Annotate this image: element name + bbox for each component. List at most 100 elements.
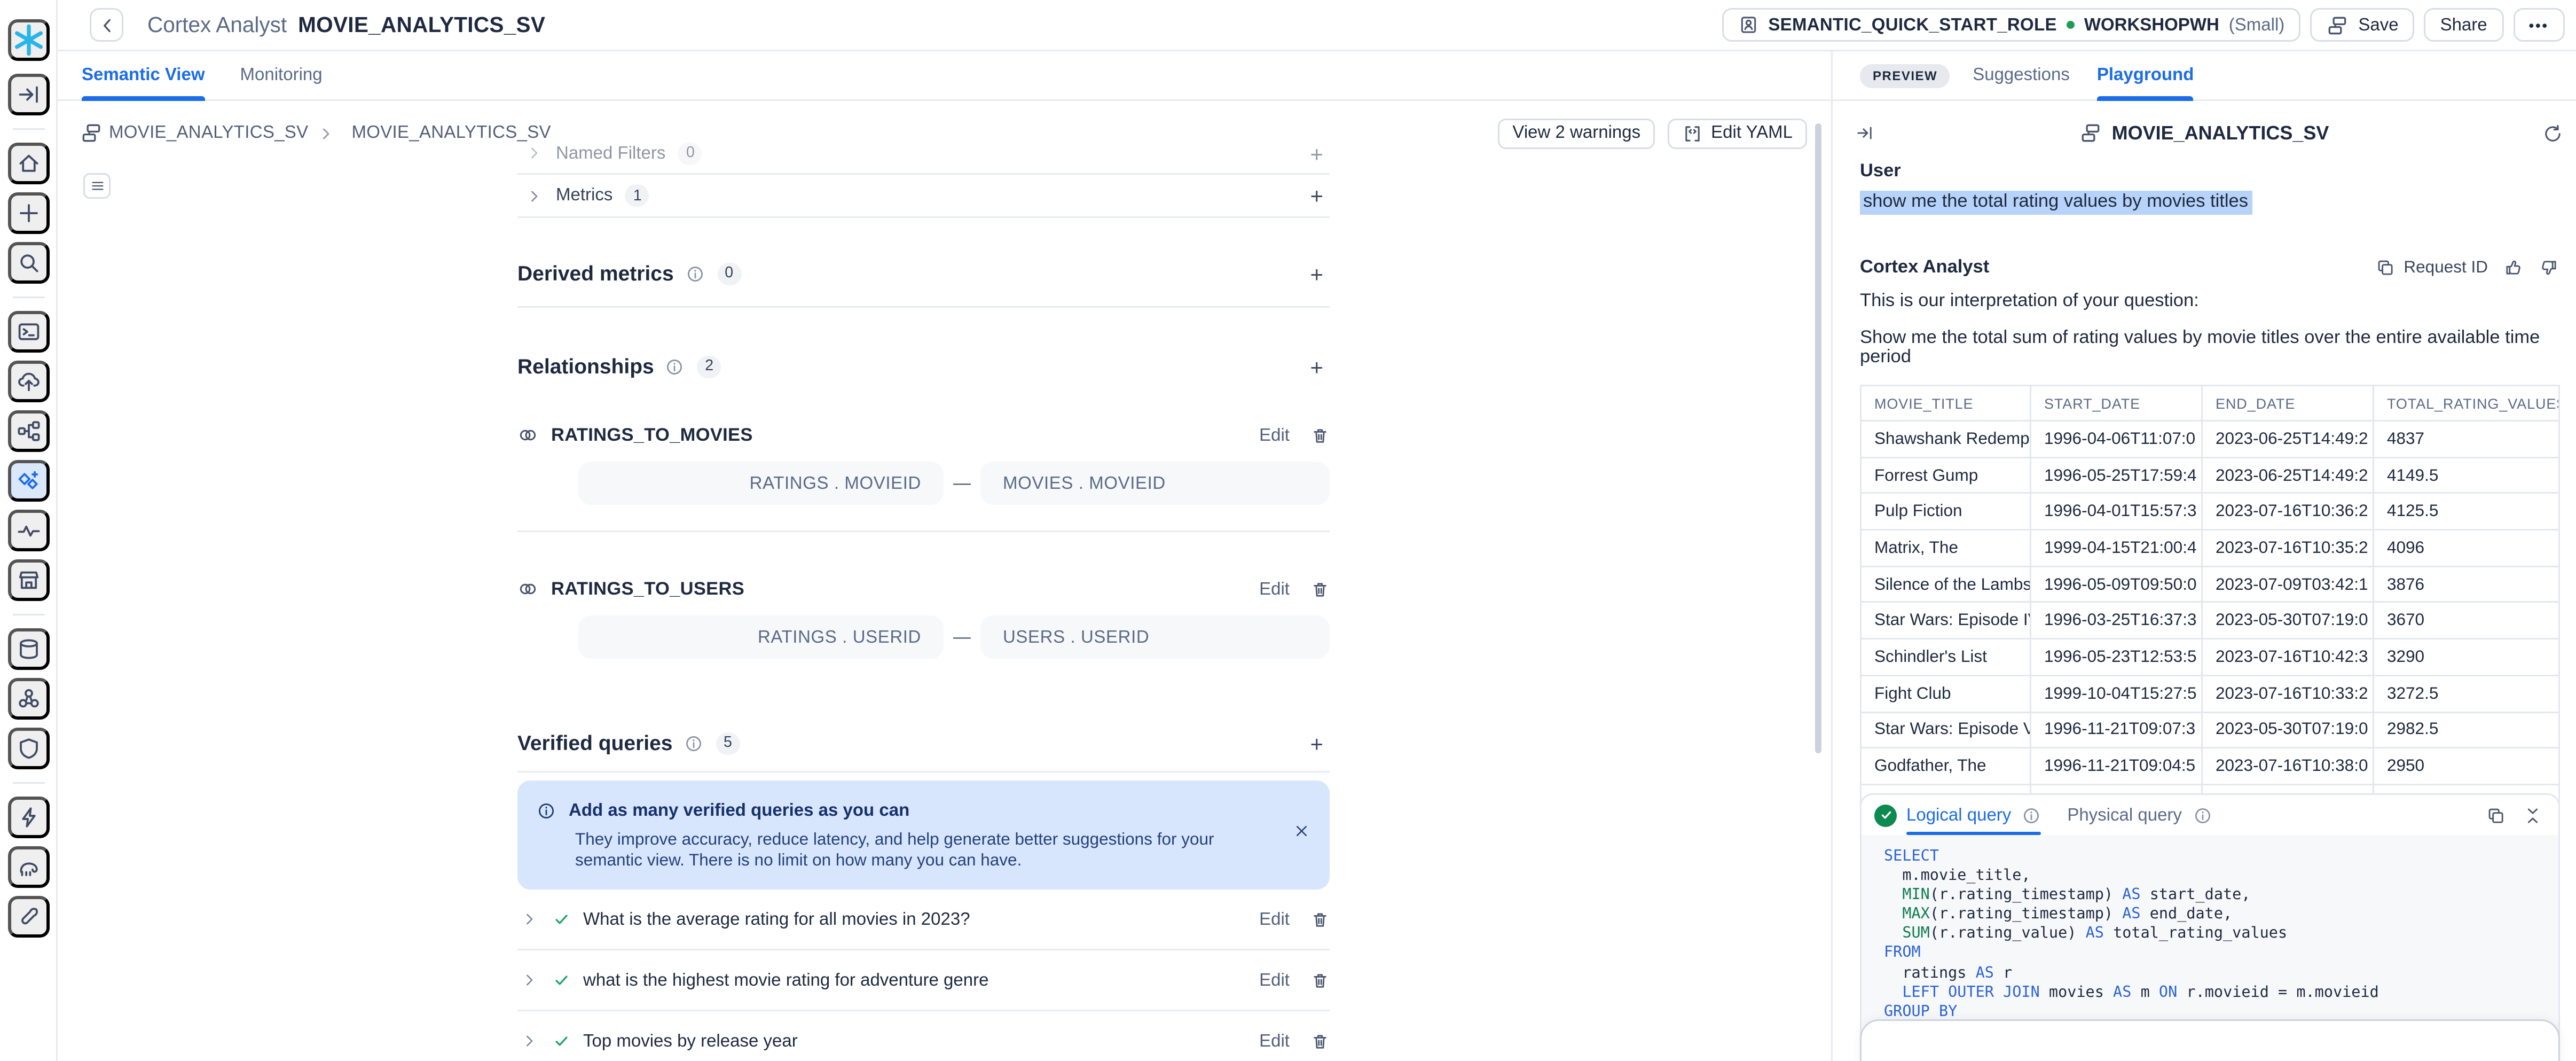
add-relationship-button[interactable]: +	[1310, 355, 1323, 378]
edit-verified-query-link[interactable]: Edit	[1259, 971, 1290, 990]
table-cell: 1999-10-04T15:27:5	[2031, 675, 2202, 712]
rail-item-database[interactable]	[7, 628, 49, 670]
chevron-right-icon[interactable]	[521, 1032, 538, 1050]
table-cell: 3670	[2374, 603, 2559, 639]
table-cell: 4125.5	[2374, 494, 2559, 530]
rail-item-tools[interactable]	[7, 896, 49, 938]
context-selector-button[interactable]: SEMANTIC_QUICK_START_ROLE WORKSHOPWH (Sm…	[1722, 8, 2300, 42]
table-cell: 2023-05-30T07:19:0	[2202, 712, 2374, 748]
edit-verified-query-link[interactable]: Edit	[1259, 910, 1290, 929]
relationship-join-dash: —	[944, 628, 980, 647]
tab-monitoring[interactable]: Monitoring	[240, 51, 323, 99]
tab-semantic-view[interactable]: Semantic View	[82, 51, 205, 99]
code-icon	[1682, 123, 1703, 144]
trash-icon[interactable]	[1310, 580, 1330, 599]
add-derived-metric-button[interactable]: +	[1310, 262, 1323, 285]
rail-item-governance[interactable]	[7, 728, 49, 769]
more-options-button[interactable]: •••	[2513, 8, 2565, 42]
derived-metrics-count: 0	[717, 262, 741, 285]
breadcrumb-root[interactable]: MOVIE_ANALYTICS_SV	[109, 123, 308, 143]
verified-query-actions: Edit	[1259, 1032, 1330, 1051]
link-icon	[517, 579, 538, 599]
rail-item-ingestion[interactable]	[7, 361, 49, 402]
back-button[interactable]	[90, 8, 123, 42]
sql-token: (r.rating_timestamp)	[1930, 887, 2122, 904]
rail-item-search[interactable]	[7, 242, 49, 284]
add-verified-query-button[interactable]: +	[1310, 732, 1323, 754]
add-named-filter-button[interactable]: +	[1310, 142, 1323, 165]
rail-item-cortex-ai[interactable]	[7, 460, 49, 502]
snowflake-logo[interactable]	[7, 19, 49, 61]
view-warnings-button[interactable]: View 2 warnings	[1498, 118, 1655, 149]
add-metric-button[interactable]: +	[1310, 184, 1323, 207]
worksheets-icon	[15, 319, 41, 345]
trash-icon[interactable]	[1310, 910, 1330, 929]
table-cell: Forrest Gump	[1861, 457, 2031, 494]
rail-item-connections[interactable]	[7, 410, 49, 452]
chevron-right-icon	[525, 144, 543, 162]
chevron-left-icon	[96, 14, 118, 36]
relationship-left-column: RATINGS . MOVIEID	[578, 462, 944, 505]
tab-physical-query[interactable]: Physical query	[2067, 795, 2212, 835]
verified-query-row[interactable]: Top movies by release yearEdit	[517, 1011, 1330, 1061]
tab-suggestions[interactable]: Suggestions	[1973, 51, 2070, 99]
edit-relationship-link[interactable]: Edit	[1259, 580, 1290, 599]
table-cell: 1996-04-06T11:07:0	[2031, 421, 2202, 457]
collapse-panel-icon[interactable]	[1855, 123, 1874, 143]
sql-token: m	[2131, 984, 2159, 1001]
tab-playground[interactable]: Playground	[2097, 51, 2194, 99]
derived-metrics-title: Derived metrics	[517, 261, 674, 285]
edit-relationship-link[interactable]: Edit	[1259, 426, 1290, 445]
info-icon[interactable]	[2022, 806, 2041, 825]
collapse-section-icon[interactable]	[2523, 806, 2542, 825]
relationship-card: RATINGS_TO_MOVIESEditRATINGS . MOVIEID—M…	[517, 425, 1330, 532]
left-panel-scrollbar[interactable]	[1815, 123, 1821, 753]
rail-item-automation[interactable]	[7, 797, 49, 838]
verified-query-row[interactable]: what is the highest movie rating for adv…	[517, 950, 1330, 1011]
share-button[interactable]: Share	[2424, 8, 2503, 42]
sql-token: (r.rating_timestamp)	[1930, 906, 2122, 924]
rail-item-marketplace[interactable]	[7, 559, 49, 601]
table-cell: 2023-07-16T10:35:2	[2202, 530, 2374, 566]
refresh-icon[interactable]	[2542, 123, 2563, 144]
chevron-right-icon[interactable]	[521, 971, 538, 989]
info-icon[interactable]	[684, 734, 703, 753]
chevron-right-icon[interactable]	[521, 910, 538, 928]
info-icon[interactable]	[2193, 806, 2212, 825]
verified-queries-banner: Add as many verified queries as you can …	[517, 781, 1330, 890]
rail-item-collaboration[interactable]	[7, 678, 49, 720]
edit-verified-query-link[interactable]: Edit	[1259, 1032, 1290, 1051]
thumbs-up-icon[interactable]	[2504, 258, 2523, 277]
info-icon[interactable]	[665, 357, 685, 376]
rail-item-plus[interactable]	[7, 192, 49, 234]
section-row-metrics[interactable]: Metrics 1 +	[517, 175, 1330, 218]
copy-icon[interactable]	[2486, 806, 2506, 825]
request-id-button[interactable]: Request ID	[2376, 258, 2488, 277]
search-icon	[15, 250, 41, 276]
prompt-input[interactable]	[1860, 1019, 2560, 1061]
rail-item-worksheets[interactable]	[7, 311, 49, 353]
verified-query-row[interactable]: What is the average rating for all movie…	[517, 890, 1330, 950]
edit-yaml-button[interactable]: Edit YAML	[1668, 118, 1807, 149]
section-row-named-filters[interactable]: Named Filters 0 +	[517, 133, 1330, 175]
table-row: Silence of the Lambs,1996-05-09T09:50:02…	[1861, 566, 2559, 603]
database-icon	[15, 636, 41, 662]
trash-icon[interactable]	[1310, 971, 1330, 990]
save-button[interactable]: Save	[2310, 8, 2414, 42]
rail-item-postgres[interactable]	[7, 846, 49, 888]
divider	[517, 530, 1330, 532]
rail-item-panel-expand[interactable]	[7, 74, 49, 115]
table-row: Forrest Gump1996-05-25T17:59:42023-06-25…	[1861, 457, 2559, 494]
close-icon[interactable]	[1293, 822, 1310, 840]
info-icon[interactable]	[685, 264, 704, 283]
trash-icon[interactable]	[1310, 426, 1330, 445]
marketplace-icon	[15, 567, 41, 593]
trash-icon[interactable]	[1310, 1032, 1330, 1051]
rail-item-activity[interactable]	[7, 510, 49, 551]
tab-logical-query[interactable]: Logical query	[1906, 795, 2041, 835]
thumbs-down-icon[interactable]	[2539, 258, 2558, 277]
section-outline-button[interactable]	[83, 173, 111, 199]
table-cell: Pulp Fiction	[1861, 494, 2031, 530]
rail-item-home[interactable]	[7, 143, 49, 184]
table-cell: Fight Club	[1861, 675, 2031, 712]
